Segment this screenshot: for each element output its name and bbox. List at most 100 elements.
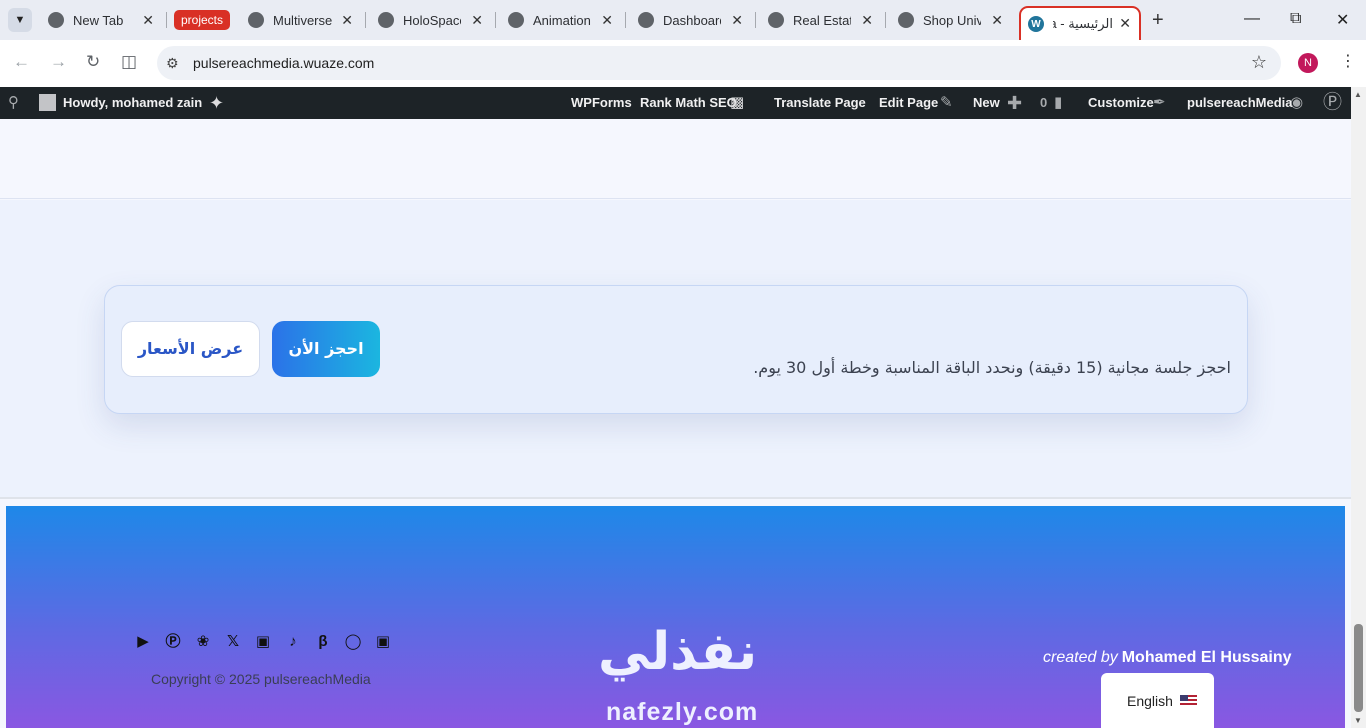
nafezly-logo-arabic: نفذلي <box>598 622 758 682</box>
facebook-icon[interactable]: ▣ <box>373 632 393 652</box>
tiktok-icon[interactable]: ♪ <box>283 632 303 652</box>
tab-separator <box>365 12 366 28</box>
admin-customize[interactable]: Customize <box>1088 87 1154 119</box>
tab-title: Dashboard <box>663 12 721 28</box>
section-top <box>0 119 1351 199</box>
book-now-button[interactable]: احجز الأن <box>272 321 380 377</box>
cta-text: احجز جلسة مجانية (15 دقيقة) ونحدد الباقة… <box>753 358 1231 377</box>
close-tab-icon[interactable]: ✕ <box>1119 15 1131 31</box>
tab-animation[interactable]: Animation ✕ <box>508 5 623 35</box>
globe-icon <box>638 12 654 28</box>
close-tab-icon[interactable]: ✕ <box>861 12 873 28</box>
tab-separator <box>166 12 167 28</box>
globe-icon <box>508 12 524 28</box>
bluesky-icon[interactable]: ❀ <box>193 632 213 652</box>
close-tab-icon[interactable]: ✕ <box>142 12 154 28</box>
bookmark-star-icon[interactable]: ☆ <box>1251 52 1267 73</box>
instagram-icon[interactable]: ◯ <box>343 632 363 652</box>
admin-new[interactable]: New <box>973 87 1000 119</box>
language-label: English <box>1127 693 1173 709</box>
comments-count[interactable]: 0 <box>1040 87 1047 119</box>
back-arrow-icon[interactable]: ← <box>13 52 30 72</box>
tab-title: Animation <box>533 12 591 28</box>
close-window-icon[interactable]: ✕ <box>1336 10 1349 30</box>
plus-icon: ✚ <box>1007 93 1023 113</box>
scroll-down-arrow-icon[interactable]: ▼ <box>1354 716 1362 725</box>
close-tab-icon[interactable]: ✕ <box>471 12 483 28</box>
creator-name-link[interactable]: Mohamed El Hussainy <box>1122 649 1292 666</box>
brush-icon: ✒ <box>1153 94 1166 111</box>
tab-title: Real Estate <box>793 12 851 28</box>
scrollbar-thumb[interactable] <box>1354 624 1363 712</box>
chrome-icon <box>48 12 64 28</box>
search-icon[interactable]: ⚲ <box>8 87 19 119</box>
admin-greeting[interactable]: Howdy, mohamed zain <box>63 87 202 119</box>
wp-admin-bar: ⚲ Howdy, mohamed zain ✦ WPForms Rank Mat… <box>0 87 1351 119</box>
user-avatar[interactable] <box>39 94 56 111</box>
tab-separator <box>885 12 886 28</box>
tab-dashboard[interactable]: Dashboard ✕ <box>638 5 753 35</box>
tab-group-projects[interactable]: projects <box>174 10 231 30</box>
tab-title: الرئيسية - a <box>1053 16 1113 31</box>
browser-toolbar: ← → ↻ ◫ ⚙ pulsereachmedia.wuaze.com ☆ <box>0 40 1366 87</box>
admin-wpforms[interactable]: WPForms <box>571 87 632 119</box>
rank-math-icon: ▩ <box>730 94 745 111</box>
tab-title: HoloSpace <box>403 12 461 28</box>
new-tab-button[interactable]: + <box>1152 9 1164 31</box>
wordpress-icon: W <box>1028 16 1044 32</box>
language-switcher[interactable]: English <box>1101 673 1214 728</box>
tab-separator <box>495 12 496 28</box>
close-tab-icon[interactable]: ✕ <box>341 12 353 28</box>
tab-search-button[interactable]: ▼ <box>8 8 32 32</box>
site-info-icon[interactable]: ⚙ <box>166 55 179 72</box>
tab-title: Multiverse <box>273 12 333 28</box>
section-divider <box>0 497 1351 499</box>
close-tab-icon[interactable]: ✕ <box>731 12 743 28</box>
wordpress-logo-icon[interactable]: Ⓟ <box>1323 87 1342 119</box>
minimize-icon[interactable]: — <box>1244 10 1260 28</box>
x-icon[interactable]: 𝕏 <box>223 632 243 652</box>
view-prices-button[interactable]: عرض الأسعار <box>121 321 260 377</box>
nafezly-logo-latin: nafezly.com <box>606 698 759 726</box>
browser-menu-icon[interactable]: ⋮ <box>1340 51 1356 71</box>
browser-tab-strip: ▼ New Tab ✕ projects Multiverse ✕ HoloSp… <box>0 0 1366 40</box>
dashboard-gauge-icon: ◉ <box>1290 94 1304 111</box>
close-tab-icon[interactable]: ✕ <box>991 12 1003 28</box>
chevron-down-icon: ▼ <box>14 14 26 26</box>
us-flag-icon <box>1180 695 1197 707</box>
split-view-icon[interactable]: ◫ <box>121 52 137 72</box>
admin-translate-page[interactable]: Translate Page <box>774 87 866 119</box>
tab-separator <box>625 12 626 28</box>
created-by: created by Mohamed El Hussainy <box>1043 649 1292 667</box>
behance-icon[interactable]: β <box>313 632 333 652</box>
created-by-prefix: created by <box>1043 649 1118 666</box>
youtube-icon[interactable]: ▶ <box>133 632 153 652</box>
ai-sparkle-icon[interactable]: ✦ <box>209 87 224 119</box>
copyright-text: Copyright © 2025 pulsereachMedia <box>151 671 371 687</box>
reload-icon[interactable]: ↻ <box>86 52 100 72</box>
tab-shop-universe[interactable]: Shop Unive ✕ <box>898 5 1013 35</box>
admin-rank-math[interactable]: Rank Math SEO <box>640 87 737 119</box>
globe-icon <box>898 12 914 28</box>
scroll-up-arrow-icon[interactable]: ▲ <box>1354 90 1362 99</box>
tab-separator <box>755 12 756 28</box>
pencil-icon: ✎ <box>940 94 953 111</box>
tab-active-home[interactable]: W الرئيسية - a ✕ <box>1019 6 1141 40</box>
close-tab-icon[interactable]: ✕ <box>601 12 613 28</box>
restore-icon[interactable]: ⧉ <box>1290 10 1301 28</box>
admin-edit-page[interactable]: Edit Page <box>879 87 938 119</box>
globe-icon <box>378 12 394 28</box>
globe-icon <box>248 12 264 28</box>
profile-avatar[interactable]: N <box>1298 53 1318 73</box>
admin-site-name[interactable]: pulsereachMedia <box>1187 87 1293 119</box>
comment-bubble-icon: ▮ <box>1054 94 1063 111</box>
wordpress-icon[interactable]: Ⓟ <box>163 632 183 652</box>
address-bar[interactable]: ⚙ pulsereachmedia.wuaze.com ☆ <box>157 46 1281 80</box>
tab-holospace[interactable]: HoloSpace ✕ <box>378 5 493 35</box>
tab-new-tab[interactable]: New Tab ✕ <box>48 5 164 35</box>
linkedin-icon[interactable]: ▣ <box>253 632 273 652</box>
tab-real-estate[interactable]: Real Estate ✕ <box>768 5 883 35</box>
tab-multiverse[interactable]: Multiverse ✕ <box>248 5 363 35</box>
forward-arrow-icon[interactable]: → <box>50 52 67 72</box>
url-text[interactable]: pulsereachmedia.wuaze.com <box>193 55 374 71</box>
